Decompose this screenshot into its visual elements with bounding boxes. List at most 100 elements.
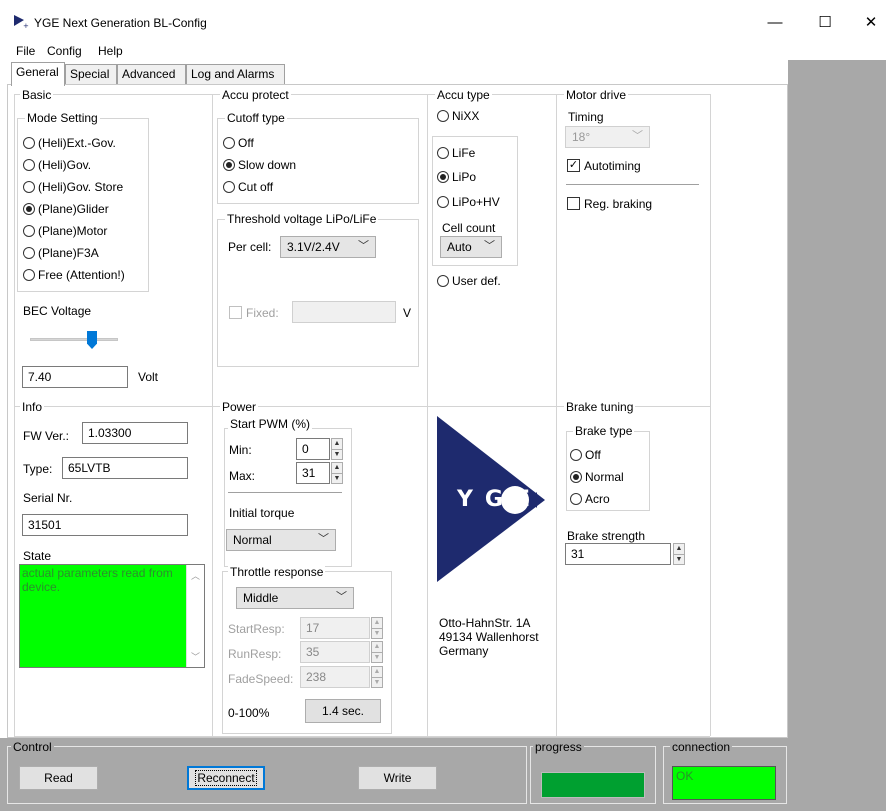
accu-radio-lipo-hv[interactable] <box>437 196 449 208</box>
menu-config[interactable]: Config <box>47 44 82 58</box>
accu-user-def-label: User def. <box>452 274 501 288</box>
initial-torque-select[interactable]: Normal ﹀ <box>226 529 336 551</box>
cutoff-radio-slow-down[interactable] <box>223 159 235 171</box>
brake-radio-acro[interactable] <box>570 493 582 505</box>
fixed-voltage-input[interactable] <box>292 301 396 323</box>
type-field[interactable]: 65LVTB <box>62 457 188 479</box>
reg-braking-label: Reg. braking <box>584 197 653 211</box>
cutoff-radio-off[interactable] <box>223 137 235 149</box>
accu-radio-lipo[interactable] <box>437 171 449 183</box>
fade-speed-input[interactable]: 238 <box>300 666 370 688</box>
accu-protect-title: Accu protect <box>220 88 291 102</box>
fw-version-field[interactable]: 1.03300 <box>82 422 188 444</box>
fade-speed-label: FadeSpeed: <box>228 672 294 686</box>
accu-radio-nixx[interactable] <box>437 110 449 122</box>
pwm-separator <box>228 492 342 493</box>
brake-tuning-title: Brake tuning <box>564 400 636 414</box>
fixed-label: Fixed: <box>246 306 279 320</box>
write-button[interactable]: Write <box>358 766 437 790</box>
state-textarea[interactable]: actual parameters read from device. ︿ ﹀ <box>19 564 205 668</box>
run-resp-spinner[interactable]: ▲ ▼ <box>371 641 383 663</box>
serial-label: Serial Nr. <box>23 491 73 505</box>
title-bar: + YGE Next Generation BL-Config — ☐ ✕ <box>0 0 886 40</box>
mode-radio-plane-f3a[interactable] <box>23 247 35 259</box>
per-cell-select[interactable]: 3.1V/2.4V ﹀ <box>280 236 376 258</box>
chevron-down-icon: ﹀ <box>358 240 369 252</box>
fade-speed-spinner[interactable]: ▲ ▼ <box>371 666 383 688</box>
minimize-button[interactable]: — <box>760 12 790 34</box>
close-button[interactable]: ✕ <box>856 12 886 34</box>
pwm-min-input[interactable]: 0 <box>296 438 330 460</box>
accu-nixx-label: NiXX <box>452 109 480 123</box>
range-value-button[interactable]: 1.4 sec. <box>305 699 381 723</box>
tab-special[interactable]: Special <box>65 64 117 84</box>
up-arrow-icon[interactable]: ▲ <box>332 463 342 473</box>
bec-voltage-input[interactable]: 7.40 <box>22 366 128 388</box>
accu-radio-user-def[interactable] <box>437 275 449 287</box>
down-arrow-icon[interactable]: ▼ <box>332 449 342 459</box>
cutoff-label: Slow down <box>238 158 297 172</box>
brake-strength-input[interactable]: 31 <box>565 543 671 565</box>
tab-general[interactable]: General <box>11 62 65 86</box>
maximize-button[interactable]: ☐ <box>810 12 840 34</box>
throttle-mode-select[interactable]: Middle ﹀ <box>236 587 354 609</box>
reconnect-button[interactable]: Reconnect <box>187 766 265 790</box>
brake-radio-normal[interactable] <box>570 471 582 483</box>
timing-select[interactable]: 18° ﹀ <box>565 126 650 148</box>
down-arrow-icon[interactable]: ▼ <box>372 677 382 687</box>
divider <box>427 94 428 736</box>
tab-advanced[interactable]: Advanced <box>117 64 186 84</box>
down-arrow-icon[interactable]: ▼ <box>372 652 382 662</box>
down-arrow-icon[interactable]: ▼ <box>332 473 342 483</box>
cell-count-value: Auto <box>447 240 472 254</box>
serial-field[interactable]: 31501 <box>22 514 188 536</box>
mode-radio-plane-glider[interactable] <box>23 203 35 215</box>
up-arrow-icon[interactable]: ▲ <box>372 618 382 628</box>
read-button[interactable]: Read <box>19 766 98 790</box>
start-resp-input[interactable]: 17 <box>300 617 370 639</box>
address-line-3: Germany <box>439 644 489 658</box>
autotiming-checkbox[interactable]: ✓ <box>567 159 580 172</box>
address-line-2: 49134 Wallenhorst <box>439 630 539 644</box>
pwm-max-input[interactable]: 31 <box>296 462 330 484</box>
timing-value: 18° <box>572 130 591 144</box>
mode-radio-heli-gov[interactable] <box>23 159 35 171</box>
mode-radio-plane-motor[interactable] <box>23 225 35 237</box>
reconnect-button-label: Reconnect <box>195 770 257 786</box>
tab-log-and-alarms[interactable]: Log and Alarms <box>186 64 285 84</box>
pwm-min-spinner[interactable]: ▲ ▼ <box>331 438 343 460</box>
mode-label: (Heli)Ext.-Gov. <box>38 136 116 150</box>
down-arrow-icon[interactable]: ▼ <box>674 554 684 564</box>
chevron-down-icon: ﹀ <box>484 240 495 252</box>
fixed-checkbox[interactable] <box>229 306 242 319</box>
up-arrow-icon[interactable]: ▲ <box>372 642 382 652</box>
mode-label: (Heli)Gov. <box>38 158 92 172</box>
mode-setting-title: Mode Setting <box>25 111 100 125</box>
brake-radio-off[interactable] <box>570 449 582 461</box>
mode-radio-heli-ext-gov[interactable] <box>23 137 35 149</box>
connection-status: OK <box>672 766 776 800</box>
state-scrollbar[interactable]: ︿ ﹀ <box>186 565 204 667</box>
brake-strength-label: Brake strength <box>567 529 646 543</box>
scroll-down-icon[interactable]: ﹀ <box>187 650 204 663</box>
menu-help[interactable]: Help <box>98 44 123 58</box>
brake-strength-spinner[interactable]: ▲ ▼ <box>673 543 685 565</box>
up-arrow-icon[interactable]: ▲ <box>674 544 684 554</box>
up-arrow-icon[interactable]: ▲ <box>372 667 382 677</box>
bec-slider-track[interactable] <box>30 338 118 341</box>
mode-radio-free[interactable] <box>23 269 35 281</box>
cutoff-radio-cut-off[interactable] <box>223 181 235 193</box>
cell-count-select[interactable]: Auto ﹀ <box>440 236 502 258</box>
accu-radio-life[interactable] <box>437 147 449 159</box>
mode-radio-heli-gov-store[interactable] <box>23 181 35 193</box>
menu-file[interactable]: File <box>16 44 35 58</box>
down-arrow-icon[interactable]: ▼ <box>372 628 382 638</box>
scroll-up-icon[interactable]: ︿ <box>187 569 204 582</box>
run-resp-label: RunResp: <box>228 647 282 661</box>
reg-braking-checkbox[interactable] <box>567 197 580 210</box>
run-resp-input[interactable]: 35 <box>300 641 370 663</box>
start-resp-spinner[interactable]: ▲ ▼ <box>371 617 383 639</box>
range-value: 1.4 sec. <box>321 704 365 718</box>
pwm-max-spinner[interactable]: ▲ ▼ <box>331 462 343 484</box>
up-arrow-icon[interactable]: ▲ <box>332 439 342 449</box>
